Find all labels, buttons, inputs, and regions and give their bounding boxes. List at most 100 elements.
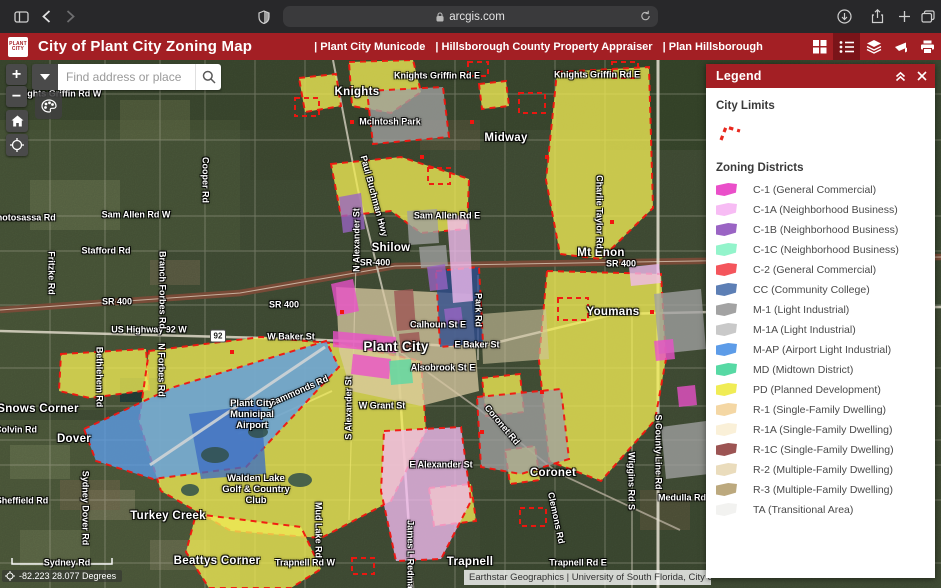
new-tab-icon[interactable] (894, 0, 914, 33)
legend-item-label: C-1C (Neighborhood Business) (753, 244, 899, 256)
legend-item: R-1 (Single-Family Dwelling) (716, 403, 925, 416)
legend-item: C-2 (General Commercial) (716, 263, 925, 276)
legend-item-label: R-2 (Multiple-Family Dwelling) (753, 464, 893, 476)
zoom-out-button[interactable]: − (6, 86, 27, 107)
legend-item: M-1A (Light Industrial) (716, 323, 925, 336)
locate-icon (10, 138, 24, 152)
browser-chrome: arcgis.com (0, 0, 941, 33)
legend-item: CC (Community College) (716, 283, 925, 296)
legend-swatch (716, 403, 737, 416)
locate-button[interactable] (6, 134, 28, 156)
legend-swatch (716, 203, 737, 216)
legend-swatch (716, 443, 737, 456)
legend-panel: Legend City Limits Zoning Districts C-1 … (706, 64, 935, 578)
legend-item: C-1C (Neighborhood Business) (716, 243, 925, 256)
legend-item-label: M-AP (Airport Light Industrial) (753, 344, 891, 356)
palette-icon (41, 99, 57, 113)
forward-button[interactable] (60, 0, 80, 33)
legend-item-label: C-1A (Neighborhood Business) (753, 204, 898, 216)
plant-city-logo: PLANTCITY (8, 37, 28, 57)
legend-item: R-1C (Single-Family Dwelling) (716, 443, 925, 456)
home-button[interactable] (6, 110, 28, 132)
legend-item-label: R-1A (Single-Family Dwelling) (753, 424, 892, 436)
legend-swatch (716, 183, 737, 196)
basemap-draw-button[interactable] (35, 92, 62, 119)
home-icon (11, 115, 24, 127)
legend-item-label: M-1A (Light Industrial) (753, 324, 856, 336)
legend-swatch (716, 263, 737, 276)
collapse-icon[interactable] (894, 71, 907, 82)
legend-item: C-1 (General Commercial) (716, 183, 925, 196)
legend-item-label: R-3 (Multiple-Family Dwelling) (753, 484, 893, 496)
legend-item-label: R-1C (Single-Family Dwelling) (753, 444, 894, 456)
basemap-gallery-icon[interactable] (806, 33, 833, 60)
downloads-icon[interactable] (833, 0, 855, 33)
coordinates-text: -82.223 28.077 Degrees (19, 571, 116, 581)
address-bar[interactable]: arcgis.com (283, 6, 658, 27)
legend-panel-header[interactable]: Legend (706, 64, 935, 88)
legend-item-label: C-1 (General Commercial) (753, 184, 876, 196)
legend-item: PD (Planned Development) (716, 383, 925, 396)
legend-item-label: CC (Community College) (753, 284, 870, 296)
privacy-shield-icon[interactable] (254, 0, 274, 33)
legend-item: R-2 (Multiple-Family Dwelling) (716, 463, 925, 476)
search-input[interactable] (58, 64, 195, 90)
legend-item-label: R-1 (Single-Family Dwelling) (753, 404, 886, 416)
legend-swatch (716, 363, 737, 376)
legend-swatch (716, 503, 737, 516)
legend-item: M-AP (Airport Light Industrial) (716, 343, 925, 356)
legend-item-label: C-1B (Neighborhood Business) (753, 224, 898, 236)
legend-item: MD (Midtown District) (716, 363, 925, 376)
legend-swatch (716, 323, 737, 336)
page-title: City of Plant City Zoning Map (38, 38, 252, 55)
zoom-in-button[interactable]: + (6, 64, 27, 85)
legend-tool-icon[interactable] (833, 33, 860, 60)
header-links: | Plant City Municode | Hillsborough Cou… (314, 41, 763, 53)
legend-swatch (716, 483, 737, 496)
map-attribution: Earthstar Geographics | University of So… (464, 570, 711, 585)
sidebar-toggle-icon[interactable] (10, 0, 32, 33)
zoning-districts-heading: Zoning Districts (716, 162, 925, 174)
search-icon (202, 70, 216, 84)
legend-item-label: PD (Planned Development) (753, 384, 881, 396)
close-icon[interactable] (917, 71, 927, 81)
legend-item: M-1 (Light Industrial) (716, 303, 925, 316)
header-toolbar (806, 33, 941, 60)
layers-icon[interactable] (860, 33, 887, 60)
legend-item: R-1A (Single-Family Dwelling) (716, 423, 925, 436)
legend-item: TA (Transitional Area) (716, 503, 925, 516)
tabs-overview-icon[interactable] (917, 0, 939, 33)
legend-swatch (716, 303, 737, 316)
refresh-icon[interactable] (640, 10, 651, 25)
link-plant-city-municode[interactable]: | Plant City Municode (314, 41, 425, 53)
legend-swatch (716, 243, 737, 256)
legend-item-label: MD (Midtown District) (753, 364, 853, 376)
legend-item-label: M-1 (Light Industrial) (753, 304, 849, 316)
legend-body: City Limits Zoning Districts C-1 (Genera… (706, 88, 935, 516)
legend-item: R-3 (Multiple-Family Dwelling) (716, 483, 925, 496)
legend-swatch (716, 423, 737, 436)
city-limits-heading: City Limits (716, 100, 925, 112)
search-widget (32, 64, 221, 90)
url-text: arcgis.com (449, 11, 505, 23)
legend-swatch (716, 223, 737, 236)
legend-items: C-1 (General Commercial) C-1A (Neighborho… (716, 183, 925, 516)
link-plan-hillsborough[interactable]: | Plan Hillsborough (663, 41, 763, 53)
search-source-dropdown[interactable] (32, 64, 58, 90)
link-property-appraiser[interactable]: | Hillsborough County Property Appraiser (435, 41, 652, 53)
legend-item-label: C-2 (General Commercial) (753, 264, 876, 276)
share-icon[interactable] (866, 0, 888, 33)
city-limits-symbol (718, 121, 744, 145)
back-button[interactable] (36, 0, 56, 33)
legend-item-label: TA (Transitional Area) (753, 504, 853, 516)
legend-item: C-1B (Neighborhood Business) (716, 223, 925, 236)
legend-swatch (716, 343, 737, 356)
legend-title: Legend (716, 69, 762, 83)
lock-icon (436, 12, 444, 22)
print-icon[interactable] (914, 33, 941, 60)
search-button[interactable] (195, 64, 221, 90)
legend-swatch (716, 463, 737, 476)
legend-swatch (716, 283, 737, 296)
bookmark-icon[interactable] (887, 33, 914, 60)
legend-item: C-1A (Neighborhood Business) (716, 203, 925, 216)
